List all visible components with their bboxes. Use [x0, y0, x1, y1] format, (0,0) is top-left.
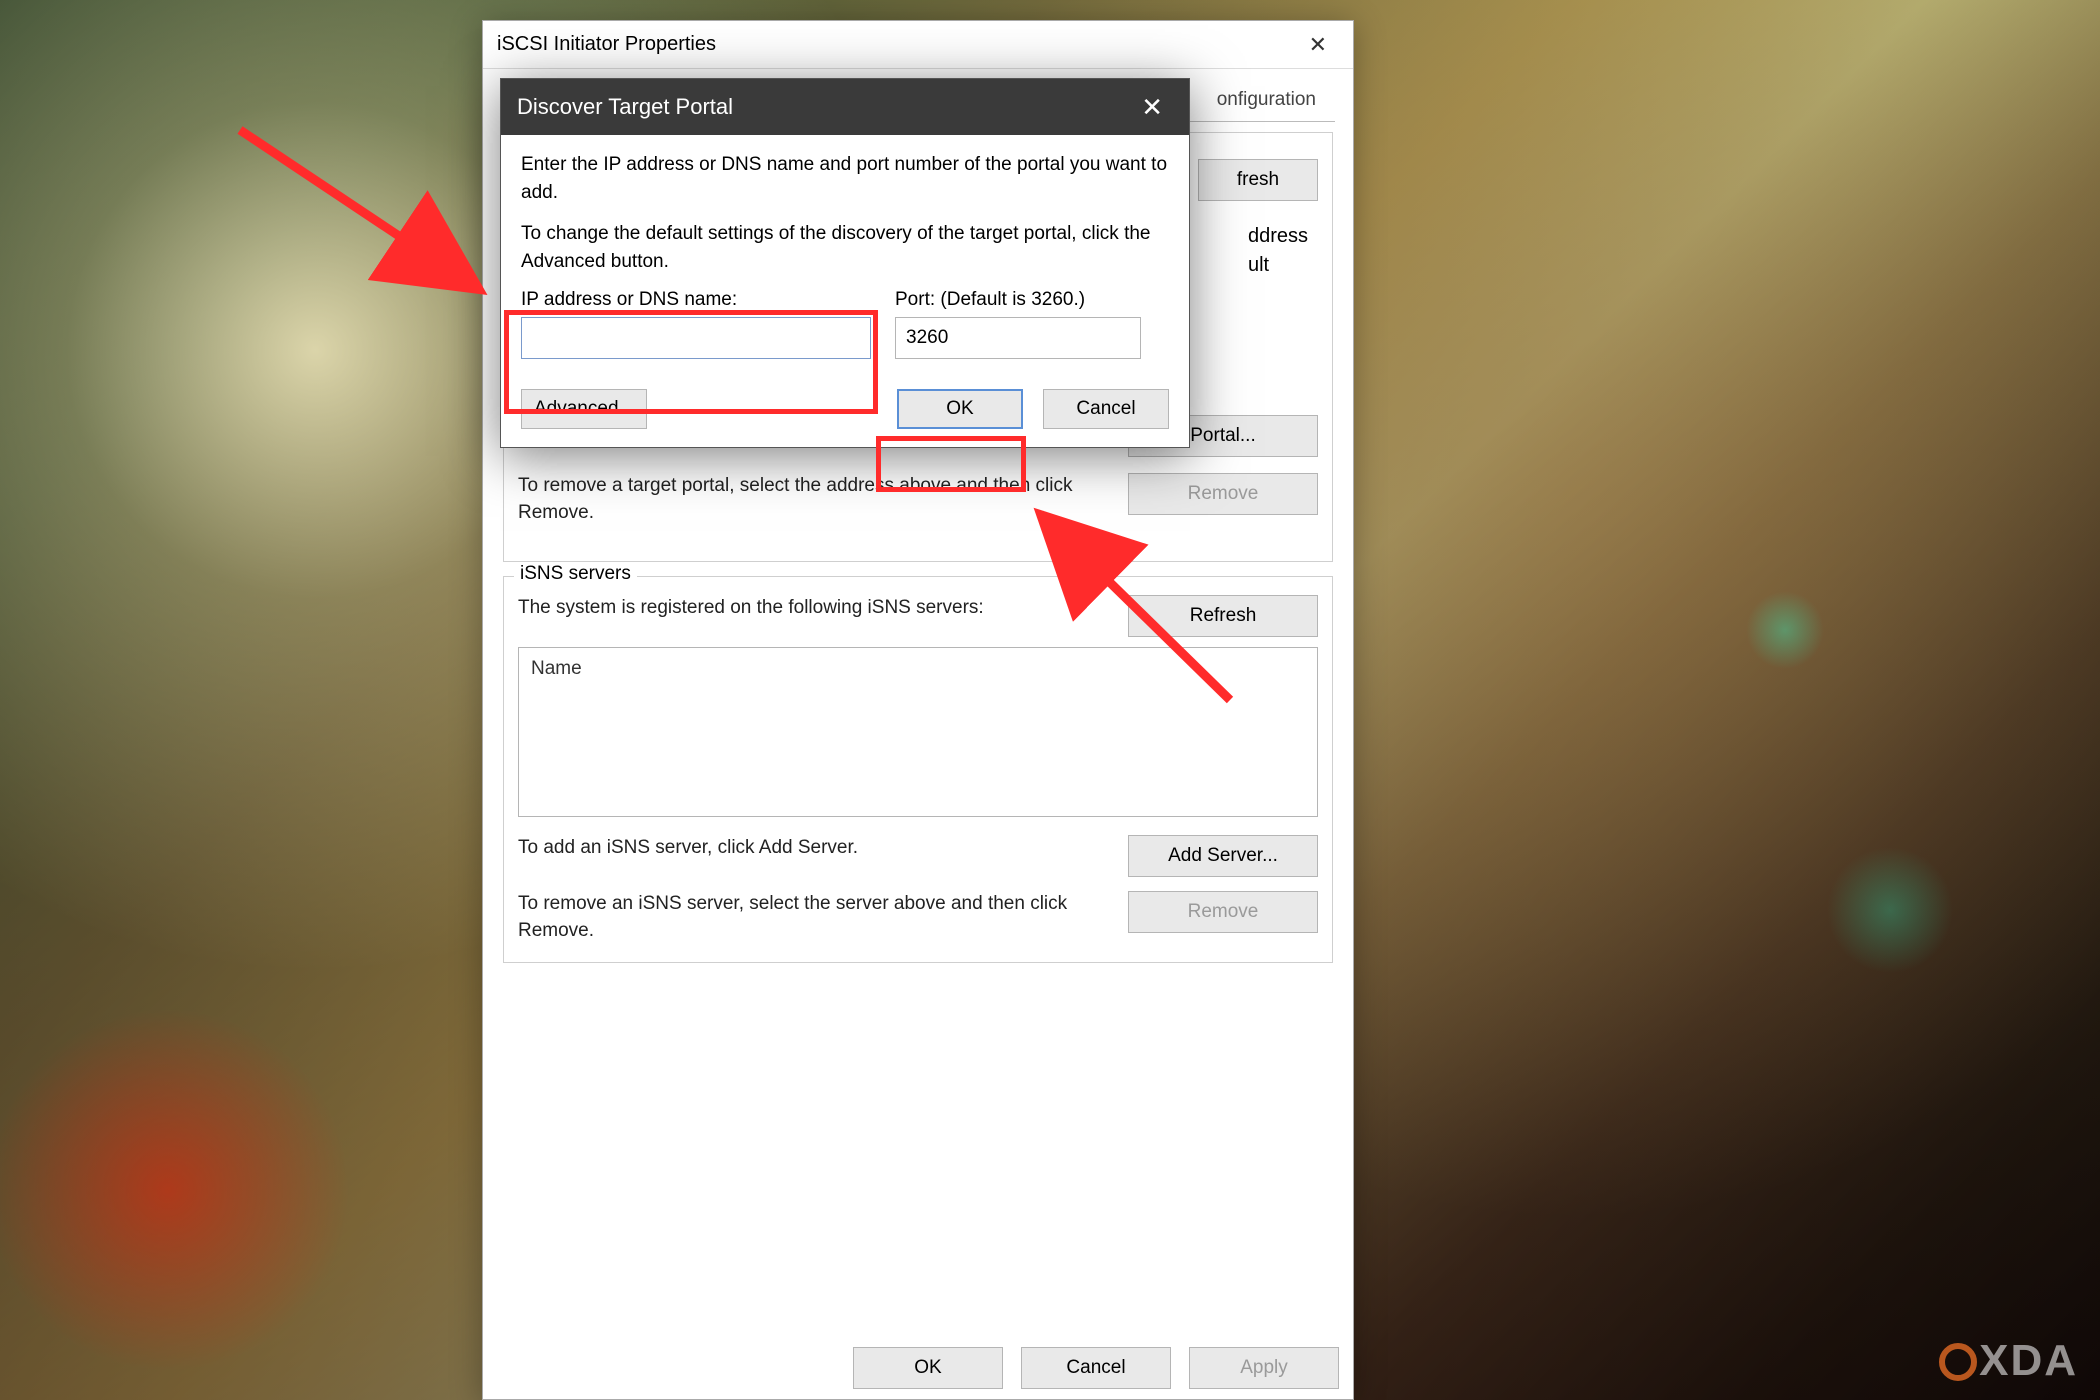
- modal-cancel-button[interactable]: Cancel: [1043, 389, 1169, 429]
- tab-configuration[interactable]: onfiguration: [1198, 80, 1335, 122]
- isns-legend: iSNS servers: [514, 563, 637, 585]
- advanced-button[interactable]: Advanced...: [521, 389, 647, 429]
- ip-address-input[interactable]: [521, 317, 871, 359]
- isns-listbox[interactable]: Name: [518, 647, 1318, 817]
- isns-refresh-button[interactable]: Refresh: [1128, 595, 1318, 637]
- col-partial-default: ult: [1248, 254, 1308, 277]
- parent-cancel-button[interactable]: Cancel: [1021, 1347, 1171, 1389]
- port-input[interactable]: [895, 317, 1141, 359]
- ip-label: IP address or DNS name:: [521, 289, 871, 311]
- remove-portal-desc: To remove a target portal, select the ad…: [518, 473, 1110, 526]
- isns-add-server-button[interactable]: Add Server...: [1128, 835, 1318, 877]
- isns-remove-desc: To remove an iSNS server, select the ser…: [518, 891, 1110, 944]
- modal-close-icon[interactable]: ✕: [1131, 92, 1173, 123]
- isns-registered-desc: The system is registered on the followin…: [518, 595, 1110, 622]
- modal-instruction-1: Enter the IP address or DNS name and por…: [521, 151, 1169, 206]
- modal-title: Discover Target Portal: [517, 94, 733, 120]
- isns-group: iSNS servers The system is registered on…: [503, 576, 1333, 963]
- modal-titlebar: Discover Target Portal ✕: [501, 79, 1189, 135]
- col-partial-address: ddress: [1248, 225, 1308, 248]
- isns-add-desc: To add an iSNS server, click Add Server.: [518, 835, 1110, 862]
- modal-ok-button[interactable]: OK: [897, 389, 1023, 429]
- refresh-button-partial[interactable]: fresh: [1198, 159, 1318, 201]
- modal-instruction-2: To change the default settings of the di…: [521, 220, 1169, 275]
- parent-ok-button[interactable]: OK: [853, 1347, 1003, 1389]
- isns-list-header: Name: [531, 658, 582, 679]
- parent-apply-button[interactable]: Apply: [1189, 1347, 1339, 1389]
- parent-title: iSCSI Initiator Properties: [497, 33, 716, 56]
- remove-portal-button[interactable]: Remove: [1128, 473, 1318, 515]
- xda-watermark: XDA: [1939, 1336, 2078, 1386]
- port-label: Port: (Default is 3260.): [895, 289, 1141, 311]
- discover-target-portal-dialog: Discover Target Portal ✕ Enter the IP ad…: [500, 78, 1190, 448]
- close-icon[interactable]: ✕: [1297, 32, 1339, 58]
- isns-remove-button[interactable]: Remove: [1128, 891, 1318, 933]
- parent-bottom-buttons: OK Cancel Apply: [853, 1347, 1339, 1389]
- parent-titlebar: iSCSI Initiator Properties ✕: [483, 21, 1353, 69]
